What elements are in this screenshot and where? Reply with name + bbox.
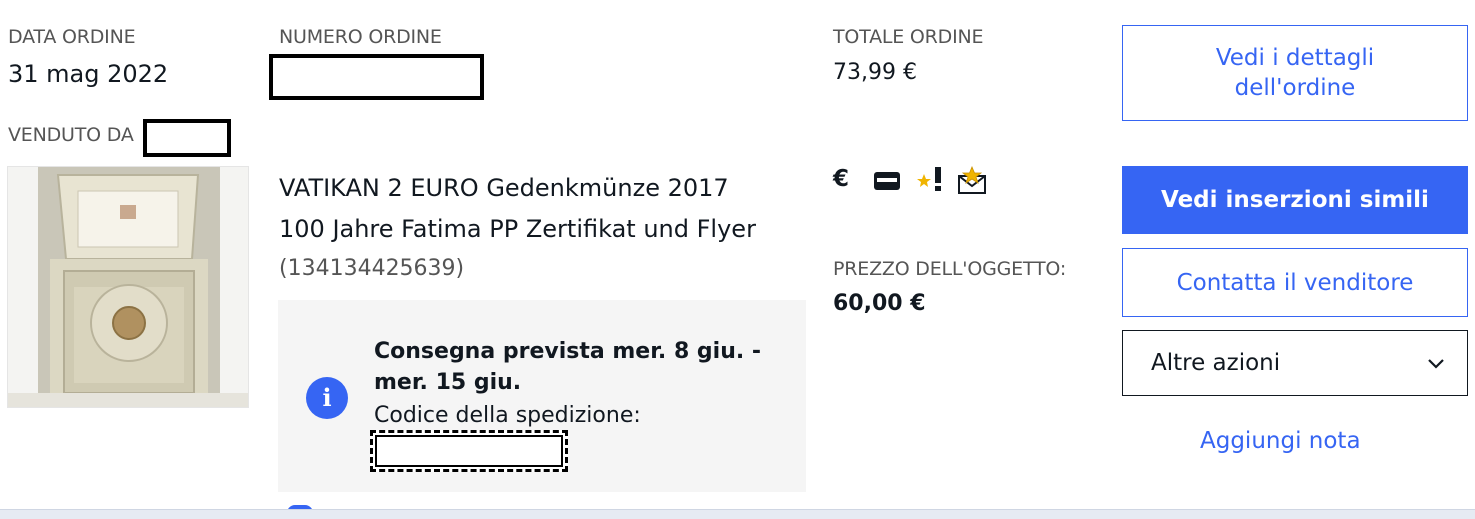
add-note-link[interactable]: Aggiungi nota <box>1200 428 1361 454</box>
delivery-estimate: Consegna prevista mer. 8 giu. - mer. 15 … <box>374 336 774 398</box>
item-title[interactable]: VATIKAN 2 EURO Gedenkmünze 2017 100 Jahr… <box>279 168 809 250</box>
contact-seller-button[interactable]: Contatta il venditore <box>1122 248 1468 317</box>
similar-listings-button[interactable]: Vedi inserzioni simili <box>1122 166 1468 234</box>
package-shipped-icon <box>873 168 901 198</box>
order-date-value: 31 mag 2022 <box>8 60 169 88</box>
order-number-label: NUMERO ORDINE <box>279 26 442 48</box>
order-date-label: DATA ORDINE <box>8 26 136 48</box>
item-price-value: 60,00 € <box>833 291 926 316</box>
info-icon: i <box>306 377 348 419</box>
seller-name-redacted <box>143 119 231 157</box>
coin-box-image <box>8 167 248 407</box>
order-details-line2: dell'ordine <box>1234 75 1356 101</box>
delivery-estimate-line2: mer. 15 giu. <box>374 370 522 395</box>
order-details-line1: Vedi i dettagli <box>1215 45 1375 71</box>
item-price-label: PREZZO DELL'OGGETTO: <box>833 258 1067 280</box>
bottom-divider <box>0 509 1475 519</box>
order-total-value: 73,99 € <box>833 60 917 85</box>
item-title-line2: 100 Jahre Fatima PP Zertifikat und Flyer <box>279 215 756 243</box>
euro-paid-icon: € <box>833 166 850 192</box>
feedback-received-icon <box>957 165 987 200</box>
seller-label: VENDUTO DA <box>8 124 134 146</box>
item-title-line1: VATIKAN 2 EURO Gedenkmünze 2017 <box>279 174 729 202</box>
order-details-button[interactable]: Vedi i dettagli dell'ordine <box>1122 25 1468 121</box>
feedback-left-icon <box>915 166 945 198</box>
tracking-code-redacted <box>370 430 568 472</box>
item-number: (134134425639) <box>279 256 465 281</box>
more-actions-dropdown[interactable]: Altre azioni <box>1122 330 1468 396</box>
more-actions-label: Altre azioni <box>1151 350 1281 376</box>
delivery-estimate-line1: Consegna prevista mer. 8 giu. - <box>374 339 762 364</box>
order-total-label: TOTALE ORDINE <box>833 26 984 48</box>
chevron-down-icon <box>1427 350 1445 376</box>
order-number-redacted <box>269 54 484 100</box>
item-thumbnail[interactable] <box>7 166 249 408</box>
tracking-code-label: Codice della spedizione: <box>374 403 641 428</box>
